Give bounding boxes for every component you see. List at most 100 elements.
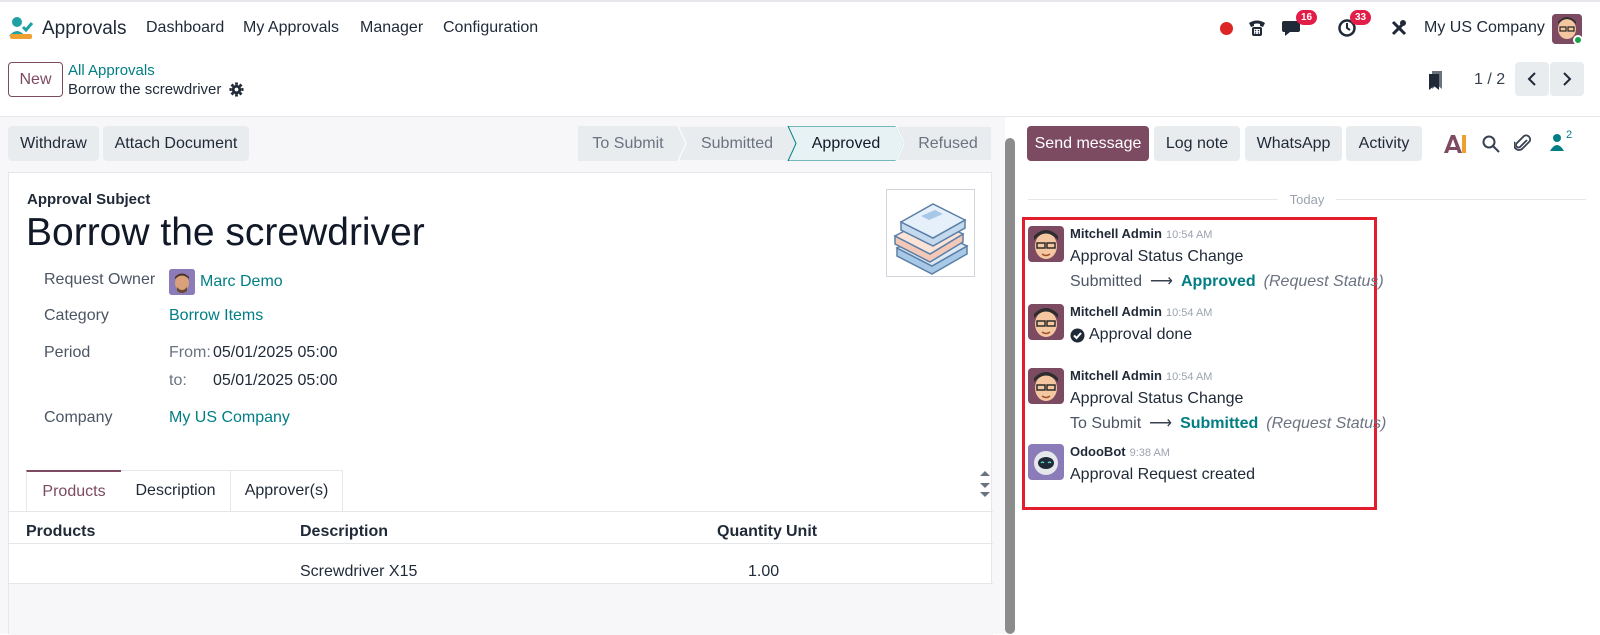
record-icon[interactable]: [1218, 16, 1234, 40]
request-owner-label: Request Owner: [44, 271, 156, 288]
tracking-field: (Request Status): [1266, 415, 1387, 432]
tab-products[interactable]: Products: [26, 470, 122, 511]
message-time: 10:54 AM: [1165, 229, 1213, 241]
log-note-button[interactable]: Log note: [1154, 126, 1240, 161]
form-sheet: Approval Subject Borrow the screwdriver …: [8, 172, 993, 635]
check-circle-icon: [1070, 328, 1085, 342]
tracking-line: To Submit ⟶ Submitted (Request Status): [1070, 413, 1386, 433]
stage-submitted[interactable]: Submitted: [686, 126, 788, 161]
activity-button[interactable]: Activity: [1346, 126, 1422, 161]
whatsapp-button[interactable]: WhatsApp: [1245, 126, 1342, 161]
message-author[interactable]: Mitchell Admin: [1070, 226, 1162, 241]
pager-previous-button[interactable]: [1515, 62, 1549, 96]
menu-configuration[interactable]: Configuration: [443, 19, 538, 37]
reorder-arrows-icon[interactable]: [978, 470, 992, 500]
message-author[interactable]: Mitchell Admin: [1070, 368, 1162, 383]
messages-icon[interactable]: 16: [1282, 10, 1318, 40]
period-to-value[interactable]: 05/01/2025 05:00: [213, 372, 338, 390]
messages-badge: 16: [1296, 10, 1318, 25]
pager-value[interactable]: 1 / 2: [1474, 71, 1505, 89]
message-body: Approval done: [1089, 326, 1193, 343]
category-label: Category: [44, 307, 109, 324]
date-separator-label: Today: [1289, 192, 1325, 207]
record-title[interactable]: Borrow the screwdriver: [26, 211, 425, 255]
author-avatar[interactable]: [1028, 304, 1064, 340]
author-avatar[interactable]: [1028, 368, 1064, 404]
author-avatar[interactable]: [1028, 226, 1064, 262]
gear-icon[interactable]: [229, 82, 244, 97]
send-message-button[interactable]: Send message: [1027, 126, 1149, 161]
stage-refused[interactable]: Refused: [904, 126, 992, 161]
activities-badge: 33: [1350, 10, 1372, 25]
request-owner-field[interactable]: Marc Demo: [169, 269, 283, 295]
tracking-new-value: Submitted: [1180, 415, 1259, 432]
menu-manager[interactable]: Manager: [360, 19, 423, 37]
tab-approvers[interactable]: Approver(s): [230, 470, 343, 511]
ai-icon[interactable]: [1443, 133, 1469, 155]
person-icon: [1550, 134, 1564, 151]
message-body-line: Approval done: [1070, 326, 1192, 344]
company-label: Company: [44, 409, 113, 426]
message-body: Approval Status Change: [1070, 390, 1244, 407]
attach-document-button[interactable]: Attach Document: [103, 126, 249, 161]
tracking-field: (Request Status): [1263, 273, 1384, 290]
pager-next-button[interactable]: [1550, 62, 1584, 96]
message-body: Approval Request created: [1070, 466, 1255, 483]
message-body: Approval Status Change: [1070, 248, 1244, 265]
tab-description[interactable]: Description: [121, 470, 231, 511]
phone-icon[interactable]: [1246, 16, 1268, 40]
tools-icon[interactable]: [1389, 16, 1409, 40]
approval-subject-label: Approval Subject: [27, 191, 151, 208]
withdraw-button[interactable]: Withdraw: [8, 126, 99, 161]
stage-approved[interactable]: Approved: [796, 126, 896, 161]
company-switcher[interactable]: My US Company: [1424, 19, 1545, 37]
period-label: Period: [44, 344, 91, 361]
message-author[interactable]: Mitchell Admin: [1070, 304, 1162, 319]
arrow-right-icon: ⟶: [1150, 273, 1173, 290]
menu-dashboard[interactable]: Dashboard: [146, 19, 224, 37]
message-time: 10:54 AM: [1165, 371, 1213, 383]
app-name[interactable]: Approvals: [42, 18, 127, 40]
stage-to-submit[interactable]: To Submit: [578, 126, 678, 161]
search-icon[interactable]: [1482, 135, 1500, 153]
category-value[interactable]: Borrow Items: [169, 307, 263, 325]
company-value[interactable]: My US Company: [169, 409, 290, 427]
column-unit[interactable]: Unit: [786, 523, 817, 541]
breadcrumb-current-label: Borrow the screwdriver: [68, 81, 222, 98]
table-header-divider: [9, 543, 993, 544]
column-description[interactable]: Description: [300, 523, 388, 541]
row-description[interactable]: Screwdriver X15: [300, 563, 417, 581]
odoobot-avatar[interactable]: [1028, 444, 1064, 480]
approvals-app-icon[interactable]: [8, 16, 34, 40]
period-from-value[interactable]: 05/01/2025 05:00: [213, 344, 338, 362]
arrow-right-icon: ⟶: [1149, 415, 1173, 432]
followers-count: 2: [1566, 129, 1573, 141]
message-author[interactable]: OdooBot: [1070, 444, 1126, 459]
category-image[interactable]: [886, 189, 975, 277]
chevron-right-icon: [1563, 72, 1572, 86]
navbar: Approvals Dashboard My Approvals Manager…: [0, 2, 1600, 54]
breadcrumb-parent[interactable]: All Approvals: [68, 62, 155, 79]
period-to-label: to:: [169, 372, 187, 389]
column-products[interactable]: Products: [26, 523, 95, 541]
paperclip-icon[interactable]: [1514, 133, 1532, 153]
tracking-new-value: Approved: [1180, 273, 1256, 290]
new-button[interactable]: New: [8, 62, 63, 97]
column-quantity[interactable]: Quantity: [717, 523, 782, 541]
form-scrollbar[interactable]: [1005, 138, 1015, 634]
breadcrumb-current: Borrow the screwdriver: [68, 81, 244, 98]
online-status-icon: [1573, 35, 1583, 45]
period-from-label: From:: [169, 344, 211, 361]
bookmark-icon[interactable]: [1428, 70, 1446, 90]
menu-my-approvals[interactable]: My Approvals: [243, 19, 339, 37]
tracking-old-value: To Submit: [1070, 415, 1142, 432]
request-owner-value[interactable]: Marc Demo: [200, 273, 283, 290]
tracking-old-value: Submitted: [1070, 273, 1143, 290]
chevron-left-icon: [1527, 72, 1536, 86]
tracking-line: Submitted ⟶ Approved (Request Status): [1070, 271, 1384, 291]
row-quantity[interactable]: 1.00: [748, 563, 779, 581]
activities-icon[interactable]: 33: [1336, 10, 1372, 40]
owner-avatar: [169, 269, 195, 295]
message-time: 9:38 AM: [1129, 447, 1170, 459]
followers-button[interactable]: 2: [1550, 129, 1572, 151]
